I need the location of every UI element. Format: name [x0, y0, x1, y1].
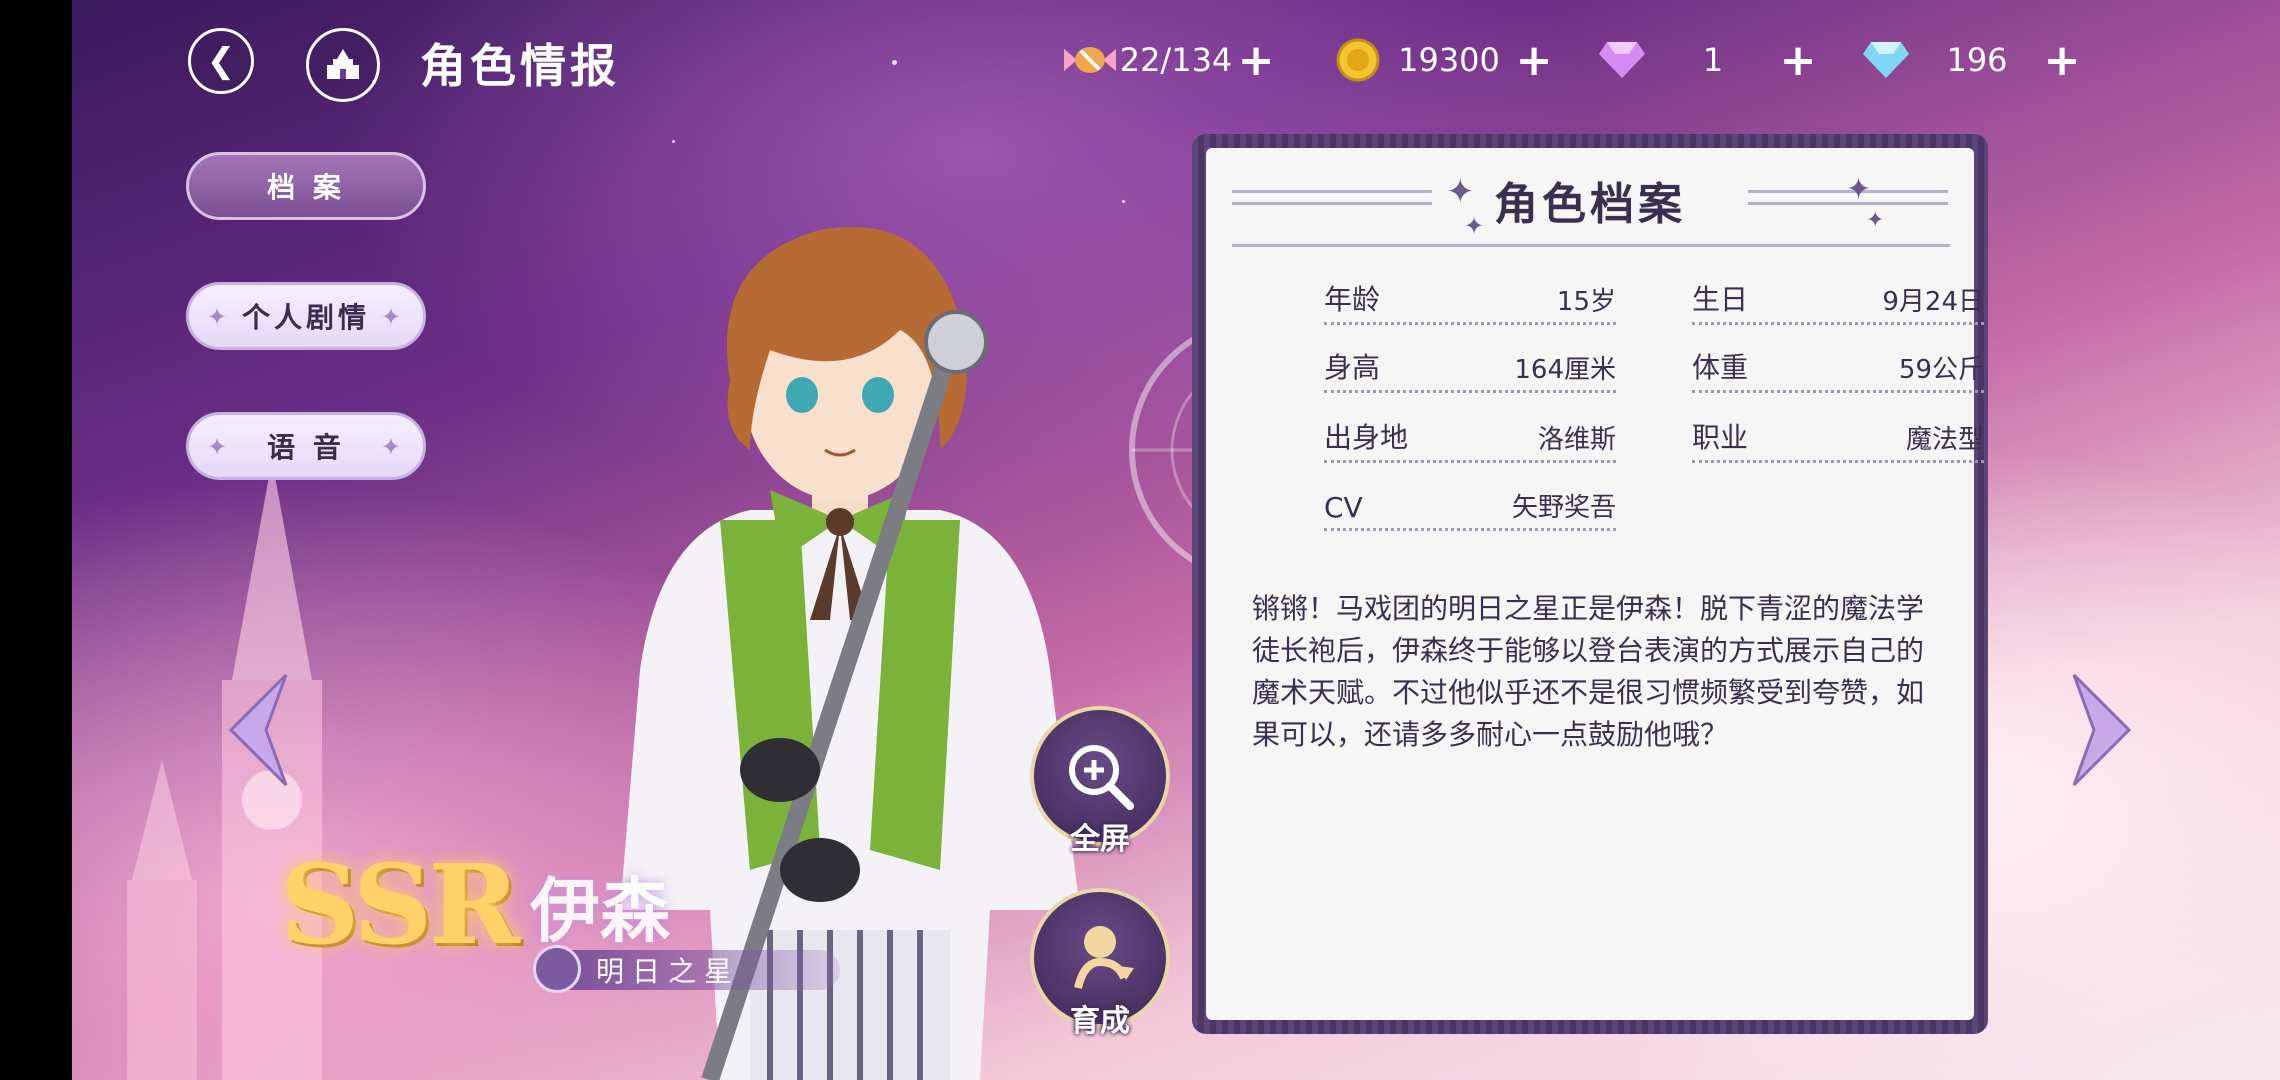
add-blue-diamond-button[interactable]: + — [2042, 35, 2082, 86]
home-button[interactable] — [306, 28, 380, 102]
field-birthplace: 出身地 洛维斯 — [1324, 416, 1616, 463]
add-gold-button[interactable]: + — [1514, 35, 1554, 86]
sparkle-icon: ✦ — [380, 433, 405, 461]
field-class: 职业 魔法型 — [1692, 416, 1984, 463]
sparkle-icon: ✦ — [207, 433, 232, 461]
blue-diamond-icon — [1860, 34, 1912, 86]
field-cv: CV 矢野奖吾 — [1324, 484, 1616, 531]
currency-gold: 19300 + — [1332, 30, 1554, 90]
field-label: 职业 — [1692, 421, 1749, 454]
tab-personal-story-label: 个人剧情 — [241, 301, 370, 334]
field-label: 身高 — [1324, 351, 1381, 384]
pink-diamond-count: 1 — [1702, 41, 1724, 79]
rarity-label: SSR — [280, 840, 520, 969]
currency-candy: 22/134 + — [1064, 30, 1276, 90]
field-value: 洛维斯 — [1537, 425, 1616, 455]
page-title: 角色情报 — [420, 39, 620, 93]
field-label: 生日 — [1692, 283, 1749, 316]
add-candy-button[interactable]: + — [1236, 35, 1276, 86]
currency-blue-diamond: 196 + — [1860, 30, 2082, 90]
field-weight: 体重 59公斤 — [1692, 346, 1984, 393]
fullscreen-label: 全屏 — [1070, 822, 1130, 857]
sparkle-icon: ✦ — [380, 303, 405, 331]
tab-voice-label: 语 音 — [267, 431, 345, 464]
profile-panel-title: 角色档案 — [1494, 179, 1686, 230]
gold-coin-icon — [1332, 34, 1384, 86]
back-arrow-icon: ❮ — [206, 41, 236, 81]
pink-diamond-icon — [1596, 34, 1648, 86]
add-pink-diamond-button[interactable]: + — [1778, 35, 1818, 86]
title-underline — [1232, 244, 1950, 247]
tab-voice[interactable]: ✦ 语 音 ✦ — [186, 412, 426, 480]
field-height: 身高 164厘米 — [1324, 346, 1616, 393]
zoom-in-icon — [1069, 745, 1134, 810]
character-description: 锵锵！马戏团的明日之星正是伊森！脱下青涩的魔法学徒长袍后，伊森终于能够以登台表演… — [1252, 592, 1925, 751]
field-age: 年龄 15岁 — [1324, 278, 1616, 325]
training-figure-icon — [1074, 926, 1134, 989]
field-value: 魔法型 — [1905, 425, 1984, 455]
tab-profile-label: 档 案 — [267, 171, 345, 204]
tab-profile[interactable]: 档 案 — [186, 152, 426, 220]
field-label: 出身地 — [1324, 421, 1409, 454]
sparkle-icon — [892, 60, 897, 65]
currency-pink-diamond: 1 + — [1596, 30, 1818, 90]
character-name: 伊森 — [530, 870, 670, 952]
character-title-text: 明日之星 — [596, 955, 741, 988]
blue-diamond-count: 196 — [1946, 41, 2008, 79]
previous-character-arrow[interactable] — [226, 670, 296, 790]
field-value: 15岁 — [1556, 287, 1616, 317]
field-value: 59公斤 — [1898, 355, 1984, 385]
field-value: 矢野奖吾 — [1511, 493, 1616, 523]
candy-icon — [1064, 34, 1116, 86]
field-label: CV — [1324, 491, 1363, 524]
field-birthday: 生日 9月24日 — [1692, 278, 1984, 325]
back-button[interactable]: ❮ — [188, 28, 254, 94]
character-title: 明日之星 — [540, 950, 840, 990]
field-label: 年龄 — [1324, 283, 1381, 316]
gold-count: 19300 — [1398, 41, 1500, 79]
next-character-arrow[interactable] — [2064, 670, 2134, 790]
tab-personal-story[interactable]: ✦ 个人剧情 ✦ — [186, 282, 426, 350]
candy-count: 22/134 — [1119, 41, 1233, 79]
field-value: 9月24日 — [1882, 287, 1984, 317]
sparkle-icon: ✦ — [207, 303, 232, 331]
field-value: 164厘米 — [1514, 355, 1616, 385]
train-label: 育成 — [1070, 1004, 1130, 1039]
role-badge-icon — [533, 945, 581, 993]
sparkle-icon — [672, 140, 675, 143]
field-label: 体重 — [1692, 351, 1749, 384]
castle-icon — [327, 49, 359, 79]
